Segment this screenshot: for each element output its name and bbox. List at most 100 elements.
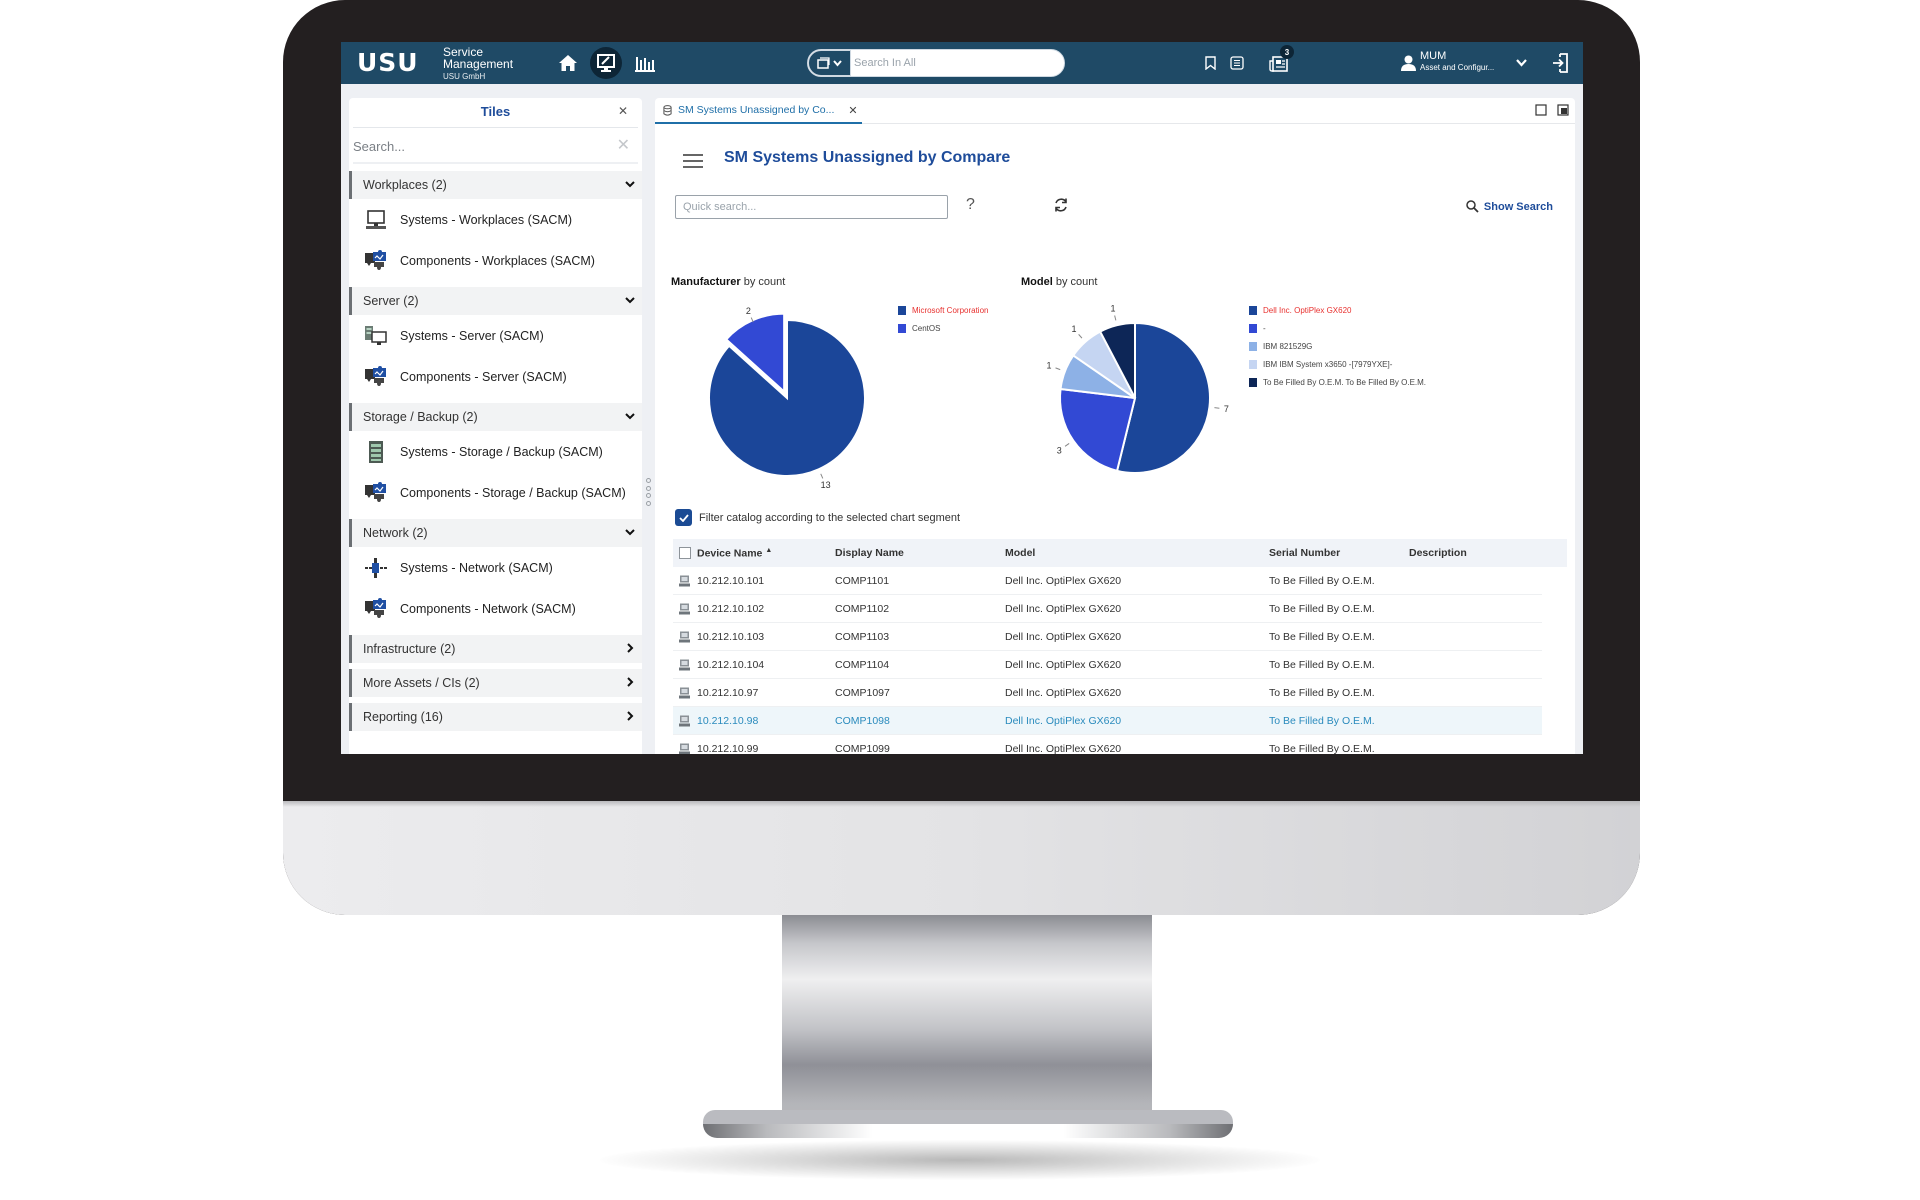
user-avatar[interactable]: [1399, 42, 1417, 84]
refresh-button[interactable]: [1053, 197, 1069, 218]
app-screen: USU Service Management USU GmbH Search I…: [341, 42, 1583, 754]
database-icon: [663, 104, 672, 116]
table-row[interactable]: 10.212.10.101 COMP1101 Dell Inc. OptiPlex …: [673, 567, 1542, 595]
chart-title-rest: by count: [740, 276, 786, 288]
stand-shadow: [600, 1140, 1320, 1180]
tile-group-label: Server (2): [363, 294, 419, 308]
tile-group-more-assets-cis-2[interactable]: More Assets / CIs (2): [349, 669, 642, 697]
legend-item[interactable]: Microsoft Corporation: [898, 301, 988, 319]
quick-search-input[interactable]: [676, 196, 947, 218]
list-button[interactable]: [1226, 42, 1248, 84]
results-table: Device Name ▲ Display Name Model Serial N…: [673, 539, 1567, 754]
nav-home-button[interactable]: [552, 47, 584, 79]
tile-item[interactable]: Systems - Storage / Backup (SACM): [349, 431, 642, 472]
tile-item[interactable]: Systems - Network (SACM): [349, 547, 642, 588]
chevron-down-icon[interactable]: [618, 527, 642, 539]
workplace-monitor-icon: [597, 54, 615, 72]
chevron-right-icon[interactable]: [618, 642, 642, 656]
show-search-button[interactable]: Show Search: [1466, 200, 1553, 213]
table-row[interactable]: 10.212.10.99 COMP1099 Dell Inc. OptiPlex G…: [673, 735, 1542, 754]
help-button[interactable]: ?: [966, 196, 975, 214]
column-serial-number[interactable]: Serial Number: [1269, 547, 1409, 559]
legend-label: IBM IBM System x3650 -[7979YXE]-: [1263, 359, 1393, 369]
cell-serial: To Be Filled By O.E.M.: [1269, 574, 1375, 587]
chevron-right-icon[interactable]: [618, 710, 642, 724]
legend-item[interactable]: To Be Filled By O.E.M. To Be Filled By O…: [1249, 373, 1426, 391]
maximize-icon[interactable]: [1535, 104, 1547, 116]
legend-item[interactable]: CentOS: [898, 319, 988, 337]
chevron-down-icon: [833, 59, 842, 67]
tile-group-reporting-16[interactable]: Reporting (16): [349, 703, 642, 731]
pie-data-label: 2: [746, 306, 751, 316]
cell-model: Dell Inc. OptiPlex GX620: [1005, 630, 1122, 643]
chevron-right-icon[interactable]: [618, 676, 642, 690]
legend-item[interactable]: IBM 821529G: [1249, 337, 1426, 355]
chevron-down-icon[interactable]: [618, 295, 642, 307]
bookmark-button[interactable]: [1199, 42, 1221, 84]
cell-serial: To Be Filled By O.E.M.: [1269, 742, 1375, 755]
pie-label-leader: [1214, 407, 1220, 409]
tile-group-infrastructure-2[interactable]: Infrastructure (2): [349, 635, 642, 663]
tile-item[interactable]: Systems - Workplaces (SACM): [349, 199, 642, 240]
select-all-checkbox[interactable]: [679, 547, 691, 559]
chevron-down-icon[interactable]: [618, 179, 642, 191]
nav-reports-button[interactable]: [629, 47, 661, 79]
chevron-down-icon: [1515, 59, 1527, 67]
user-menu[interactable]: MUM Asset and Configur...: [1420, 50, 1494, 74]
list-icon: [1230, 56, 1244, 70]
tile-group-label: Storage / Backup (2): [363, 410, 478, 424]
tile-group-server-2[interactable]: Server (2): [349, 287, 642, 315]
filter-checkbox[interactable]: [675, 509, 692, 526]
model-legend: Dell Inc. OptiPlex GX620 - IBM 821529G IBM …: [1249, 301, 1426, 391]
product-brand: Service Management USU GmbH: [443, 46, 513, 83]
table-row[interactable]: 10.212.10.103 COMP1103 Dell Inc. OptiPlex …: [673, 623, 1542, 651]
legend-item[interactable]: Dell Inc. OptiPlex GX620: [1249, 301, 1426, 319]
table-row[interactable]: 10.212.10.104 COMP1104 Dell Inc. OptiPlex …: [673, 651, 1542, 679]
usu-logo[interactable]: USU: [357, 48, 419, 77]
news-button[interactable]: 3: [1261, 42, 1297, 84]
tile-item[interactable]: Components - Network (SACM): [349, 588, 642, 629]
filter-by-chart-segment[interactable]: Filter catalog according to the selected…: [675, 509, 960, 526]
clear-search-icon[interactable]: ✕: [617, 135, 630, 155]
legend-label: To Be Filled By O.E.M. To Be Filled By O…: [1263, 377, 1427, 387]
table-row[interactable]: 10.212.10.102 COMP1102 Dell Inc. OptiPlex …: [673, 595, 1542, 623]
pie-data-label: 1: [1071, 324, 1076, 334]
logout-button[interactable]: [1549, 42, 1571, 84]
legend-item[interactable]: -: [1249, 319, 1426, 337]
column-description[interactable]: Description: [1409, 547, 1567, 559]
user-role: Asset and Configur...: [1420, 63, 1495, 72]
close-tab-icon[interactable]: ✕: [848, 104, 857, 117]
user-menu-toggle[interactable]: [1513, 42, 1529, 84]
column-display-name[interactable]: Display Name: [835, 547, 1005, 559]
chart-title-bold: Model: [1021, 276, 1053, 288]
search-scope-dropdown[interactable]: [808, 50, 851, 76]
tiles-search-input[interactable]: [353, 136, 603, 156]
tile-item[interactable]: Components - Server (SACM): [349, 356, 642, 397]
panel-splitter-handle[interactable]: [646, 478, 652, 506]
close-tiles-button[interactable]: ✕: [618, 104, 628, 118]
cell-display: COMP1104: [835, 658, 890, 671]
tile-item[interactable]: Components - Workplaces (SACM): [349, 240, 642, 281]
detach-window-icon[interactable]: [1557, 104, 1569, 116]
table-row[interactable]: 10.212.10.98 COMP1098 Dell Inc. OptiPlex G…: [673, 707, 1542, 735]
global-search-input[interactable]: [854, 50, 1059, 76]
column-model[interactable]: Model: [1005, 547, 1269, 559]
cell-model: Dell Inc. OptiPlex GX620: [1005, 714, 1122, 727]
tile-group-storage-backup-2[interactable]: Storage / Backup (2): [349, 403, 642, 431]
tile-group-label: Infrastructure (2): [363, 642, 456, 656]
legend-item[interactable]: IBM IBM System x3650 -[7979YXE]-: [1249, 355, 1426, 373]
desktop-computer-icon: [364, 209, 388, 231]
chevron-down-icon[interactable]: [618, 411, 642, 423]
tile-group-network-2[interactable]: Network (2): [349, 519, 642, 547]
tile-group-workplaces-2[interactable]: Workplaces (2): [349, 171, 642, 199]
global-search: [807, 49, 1065, 77]
tab-sm-systems-unassigned[interactable]: SM Systems Unassigned by Co... ✕: [655, 98, 862, 124]
tile-item-label: Systems - Workplaces (SACM): [400, 212, 573, 227]
table-row[interactable]: 10.212.10.97 COMP1097 Dell Inc. OptiPlex G…: [673, 679, 1542, 707]
column-device-name[interactable]: Device Name ▲: [695, 547, 835, 560]
menu-button[interactable]: [683, 154, 703, 172]
tile-item[interactable]: Systems - Server (SACM): [349, 315, 642, 356]
tile-item[interactable]: Components - Storage / Backup (SACM): [349, 472, 642, 513]
manufacturer-legend: Microsoft Corporation CentOS: [898, 301, 988, 337]
nav-workplace-button[interactable]: [590, 47, 622, 79]
